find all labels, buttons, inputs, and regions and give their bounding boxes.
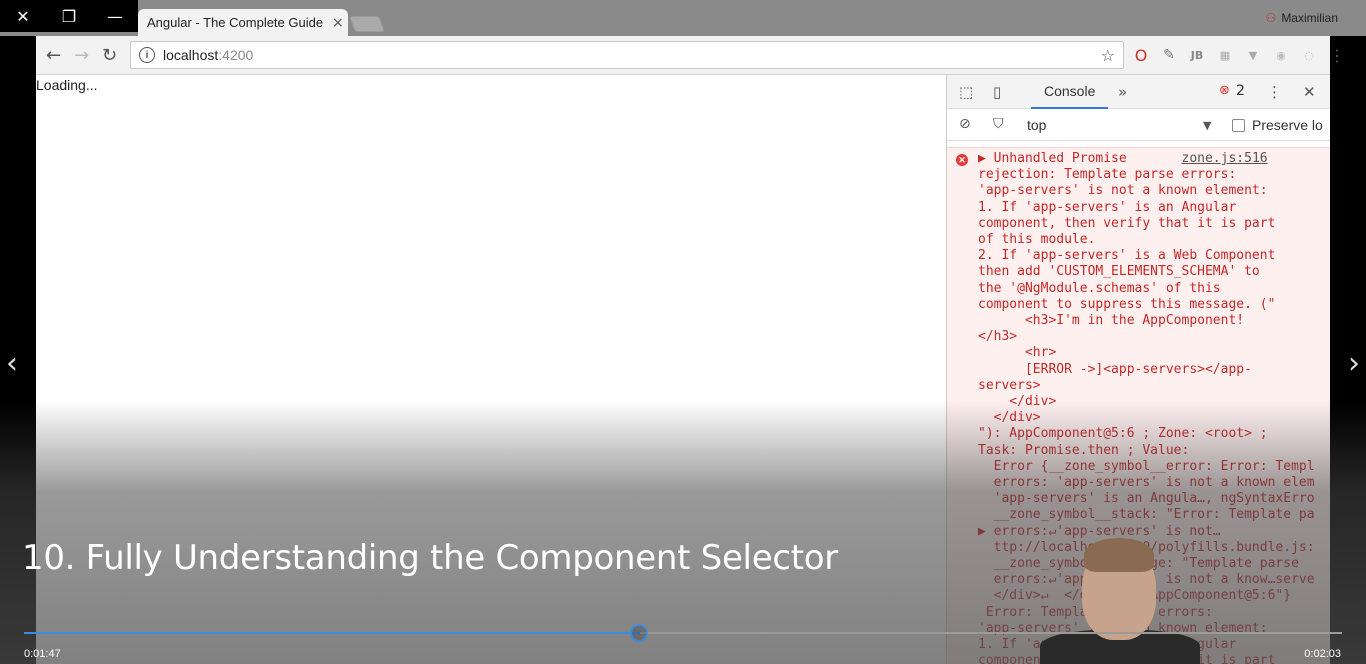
error-count[interactable]: 2: [1236, 83, 1245, 99]
extensions-bar: O ✎ JB ▦ ▼ ◉ ◌ ⋮: [1132, 46, 1346, 65]
preserve-log-label: Preserve lo: [1252, 117, 1323, 133]
console-filter-bar: ⊘ ⛉ top ▼ Preserve lo: [947, 109, 1330, 141]
seek-bar-thumb[interactable]: [629, 624, 648, 642]
clear-console-icon[interactable]: ⊘: [959, 116, 971, 132]
grid-extension-icon[interactable]: ▦: [1216, 46, 1234, 64]
eyedropper-extension-icon[interactable]: ✎: [1160, 46, 1178, 64]
forward-arrow-icon[interactable]: →: [74, 45, 89, 66]
menu-kebab-icon[interactable]: ⋮: [1328, 46, 1346, 65]
elapsed-time: 0:01:47: [24, 648, 61, 660]
tab-console[interactable]: Console: [1031, 75, 1109, 109]
loading-text: Loading...: [36, 77, 98, 93]
more-tabs-icon[interactable]: »: [1118, 83, 1127, 101]
device-toolbar-icon[interactable]: ▯: [993, 83, 1001, 101]
tab-close-icon[interactable]: ×: [332, 15, 348, 31]
minimize-window-button[interactable]: —: [92, 0, 138, 32]
error-first-line[interactable]: ▶ Unhandled Promise: [978, 151, 1182, 166]
previous-lesson-arrow-icon[interactable]: ‹: [6, 346, 18, 381]
filter-icon[interactable]: ⛉: [993, 116, 1004, 132]
new-tab-button[interactable]: [349, 16, 385, 32]
devtools-tab-bar: ⬚ ▯ Console » ⊗ 2 ⋮ ✕: [947, 75, 1330, 109]
url-port: :4200: [218, 47, 254, 63]
restore-window-button[interactable]: ❐: [46, 0, 92, 32]
lesson-title: 10. Fully Understanding the Component Se…: [22, 538, 838, 578]
puzzle-extension-icon[interactable]: ◌: [1300, 46, 1318, 64]
seek-bar[interactable]: [24, 632, 1342, 634]
profile-button[interactable]: ⚇ Maximilian: [1266, 11, 1338, 25]
tab-title: Angular - The Complete Guide: [147, 15, 324, 30]
seek-bar-progress: [24, 632, 640, 634]
browser-tab[interactable]: Angular - The Complete Guide ×: [138, 9, 348, 36]
back-arrow-icon[interactable]: ←: [46, 45, 61, 66]
close-window-button[interactable]: ✕: [0, 0, 46, 32]
error-icon: ✕: [956, 154, 968, 166]
devtools-close-icon[interactable]: ✕: [1303, 83, 1316, 101]
vue-extension-icon[interactable]: ▼: [1244, 46, 1262, 64]
error-source-link[interactable]: zone.js:516: [1182, 151, 1268, 166]
presenter-hair: [1084, 538, 1154, 572]
browser-toolbar: ← → ↻ i localhost:4200 ☆ O ✎ JB ▦ ▼ ◉ ◌ …: [36, 36, 1345, 75]
inspect-element-icon[interactable]: ⬚: [959, 83, 973, 101]
checkbox-box[interactable]: [1232, 118, 1245, 132]
address-bar[interactable]: i localhost:4200 ☆: [130, 41, 1124, 69]
reload-icon[interactable]: ↻: [102, 45, 117, 66]
context-select[interactable]: top: [1027, 117, 1046, 133]
opera-extension-icon[interactable]: O: [1132, 46, 1150, 65]
bookmark-star-icon[interactable]: ☆: [1101, 46, 1115, 65]
devtools-menu-icon[interactable]: ⋮: [1267, 83, 1282, 101]
presenter-webcam: [1040, 530, 1200, 664]
video-player: ✕ ❐ — Angular - The Complete Guide × ⚇ M…: [0, 0, 1366, 664]
window-controls: ✕ ❐ —: [0, 0, 138, 32]
url-host: localhost: [163, 47, 219, 63]
jb-extension-icon[interactable]: JB: [1188, 46, 1206, 64]
error-count-icon[interactable]: ⊗: [1219, 83, 1230, 98]
info-icon[interactable]: i: [139, 47, 155, 63]
next-lesson-arrow-icon[interactable]: ›: [1348, 346, 1360, 381]
context-dropdown-icon[interactable]: ▼: [1203, 119, 1211, 132]
total-time: 0:02:03: [1304, 648, 1341, 660]
profile-name: Maximilian: [1281, 11, 1338, 25]
camera-extension-icon[interactable]: ◉: [1272, 46, 1290, 64]
browser-tab-strip: ✕ ❐ — Angular - The Complete Guide × ⚇ M…: [0, 0, 1366, 36]
profile-icon: ⚇: [1265, 11, 1277, 25]
preserve-log-checkbox[interactable]: Preserve lo: [1232, 117, 1323, 133]
